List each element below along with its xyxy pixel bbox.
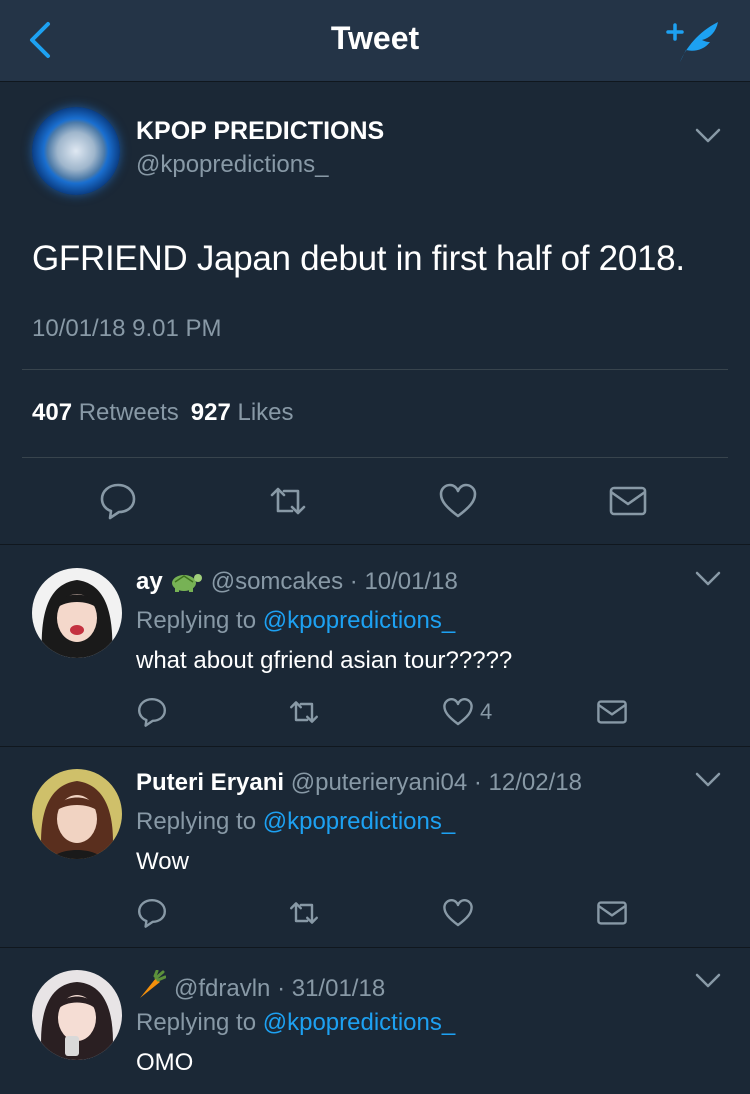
turtle-emoji-icon [171,574,202,592]
tweet-timestamp: 10/01/18 9.01 PM [32,315,222,342]
avatar[interactable] [32,568,122,658]
likes-label: Likes [237,399,294,426]
chevron-down-icon[interactable] [694,127,722,145]
reply-icon[interactable] [136,696,168,728]
avatar[interactable] [32,769,122,859]
mention-link[interactable]: @kpopredictions_ [263,607,455,634]
reply-date: · 12/02/18 [473,769,582,796]
reply-author-name[interactable]: ay [136,568,163,595]
reply-author-name[interactable]: Puteri Eryani [136,769,284,796]
reply-icon[interactable] [136,897,168,929]
reply-header: @fdravln · 31/01/18 [136,970,385,1003]
replying-to: Replying to @kpopredictions_ [136,607,455,635]
replying-to-label: Replying to [136,607,257,634]
chevron-down-icon[interactable] [694,972,722,990]
retweets-label: Retweets [78,399,179,426]
reply-handle[interactable]: @somcakes [211,568,343,595]
replying-to: Replying to @kpopredictions_ [136,1009,455,1037]
reply-text: Wow [136,848,189,875]
chevron-down-icon[interactable] [694,570,722,588]
replying-to-label: Replying to [136,1009,257,1036]
carrot-emoji-icon [140,970,166,998]
avatar[interactable] [32,970,122,1060]
mention-link[interactable]: @kpopredictions_ [263,1009,455,1036]
like-heart-icon[interactable] [438,481,478,521]
reply-handle[interactable]: @puterieryani04 [291,769,467,796]
message-envelope-icon[interactable] [608,481,648,521]
compose-tweet-icon[interactable] [664,16,722,66]
divider [22,369,728,370]
reply-icon[interactable] [98,481,138,521]
chevron-down-icon[interactable] [694,771,722,789]
author-handle[interactable]: @kpopredictions_ [136,151,328,179]
main-tweet: KPOP PREDICTIONS @kpopredictions_ GFRIEN… [0,83,750,545]
reply-date: · 10/01/18 [349,568,458,595]
message-envelope-icon[interactable] [596,897,628,929]
reply-tweet[interactable]: ay @somcakes · 10/01/18 Replying to @kpo… [0,546,750,747]
retweet-icon[interactable] [268,481,308,521]
avatar[interactable] [32,107,120,195]
reply-tweet[interactable]: Puteri Eryani @puterieryani04 · 12/02/18… [0,747,750,948]
retweet-icon[interactable] [288,696,320,728]
reply-like-count: 4 [480,699,493,724]
reply-handle[interactable]: @fdravln [174,975,270,1002]
reply-text: OMO [136,1049,194,1076]
like-heart-icon[interactable] [442,897,474,929]
reply-header: ay @somcakes · 10/01/18 [136,568,458,596]
replying-to: Replying to @kpopredictions_ [136,808,455,836]
tweet-stats: 407 Retweets 927 Likes [32,399,294,427]
tweet-text: GFRIEND Japan debut in first half of 201… [32,239,685,278]
reply-tweet[interactable]: @fdravln · 31/01/18 Replying to @kpopred… [0,948,750,1094]
retweets-stat[interactable]: 407 Retweets [32,399,179,427]
top-navbar: Tweet [0,0,750,82]
like-count: 927 [190,399,231,426]
reply-text: what about gfriend asian tour????? [136,647,513,674]
author-name[interactable]: KPOP PREDICTIONS [136,117,384,146]
page-title: Tweet [330,20,420,56]
retweet-count: 407 [32,399,73,426]
message-envelope-icon[interactable] [596,696,628,728]
replying-to-label: Replying to [136,808,257,835]
likes-stat[interactable]: 927 Likes [191,399,294,427]
like-heart-icon[interactable] [442,696,474,728]
divider [22,457,728,458]
retweet-icon[interactable] [288,897,320,929]
reply-header: Puteri Eryani @puterieryani04 · 12/02/18 [136,769,582,797]
reply-date: · 31/01/18 [277,975,386,1002]
mention-link[interactable]: @kpopredictions_ [263,808,455,835]
